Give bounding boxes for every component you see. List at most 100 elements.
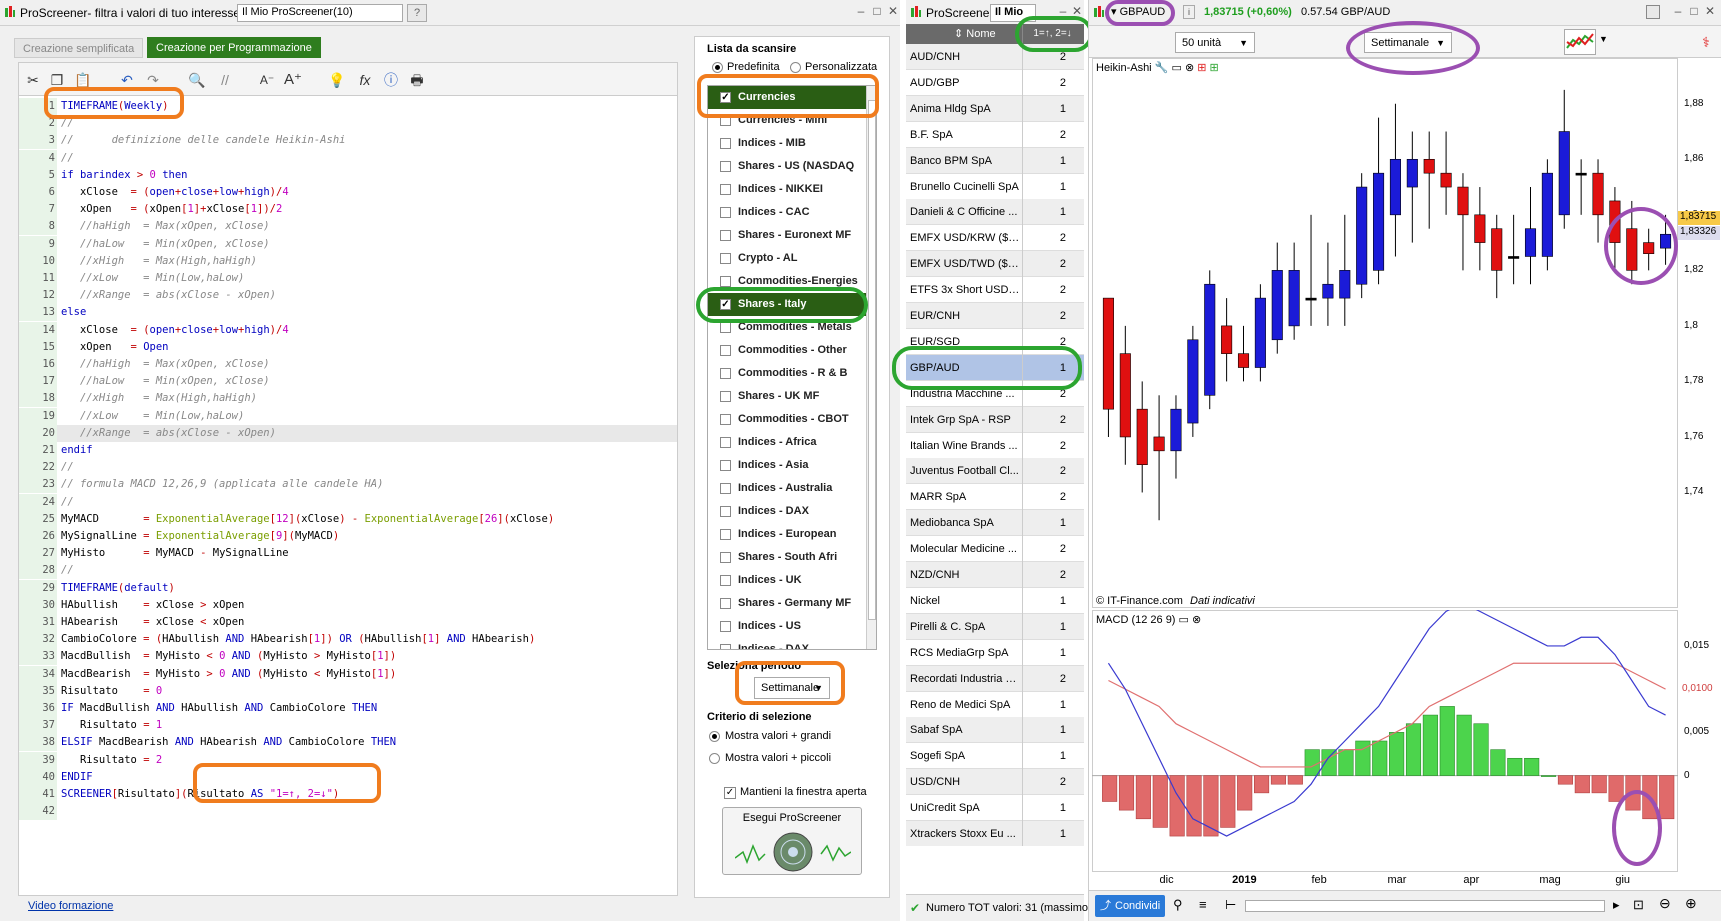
code-line[interactable]: 22 // [19,459,677,477]
result-row[interactable]: RCS MediaGrp SpA 1 [906,639,1084,666]
share-button[interactable]: ⤴ Condividi [1095,895,1165,917]
market-checkbox[interactable] [720,322,731,333]
radio-smaller[interactable] [709,753,720,764]
code-line[interactable]: 36 IF MacdBullish AND HAbullish AND Cambi… [19,700,677,717]
radio-greater[interactable] [709,731,720,742]
zoom-in-icon[interactable]: ⊕ [1685,895,1697,912]
code-line[interactable]: 12 //xRange = abs(xClose - xOpen) [19,287,677,305]
zoom-fit-icon[interactable]: ⊡ [1633,897,1644,913]
market-list-item[interactable]: Crypto - AL [708,247,876,270]
market-list-item[interactable]: Commodities - CBOT [708,408,876,431]
code-line[interactable]: 13 else [19,304,677,322]
chart-scrollbar[interactable] [1245,900,1605,912]
market-list-scrollbar[interactable] [866,86,876,649]
market-checkbox[interactable] [720,621,731,632]
code-line[interactable]: 16 //haHigh = Max(xOpen, xClose) [19,356,677,373]
result-row[interactable]: Italian Wine Brands ... 2 [906,432,1084,459]
chart-type-icon[interactable] [1564,29,1596,55]
price-chart[interactable] [1092,58,1678,608]
market-list-item[interactable]: Shares - UK MF [708,385,876,408]
market-list-item[interactable]: Indices - European [708,523,876,546]
code-line[interactable]: 14 xClose = (open+close+low+high)/4 [19,321,677,339]
list-tool-icon[interactable]: ≡ [1199,897,1207,912]
market-list-item[interactable]: Commodities - R & B [708,362,876,385]
market-checkbox[interactable] [720,184,731,195]
result-row[interactable]: Anima Hldg SpA 1 [906,95,1084,122]
code-line[interactable]: 32 CambioColore = (HAbullish AND HAbearis… [19,631,677,649]
market-list-item[interactable]: Indices - CAC [708,201,876,224]
market-checkbox[interactable] [720,161,731,172]
market-checkbox[interactable] [720,552,731,563]
code-line[interactable]: 38 ELSIF MacdBearish AND HAbearish AND Ca… [19,734,677,752]
code-line[interactable]: 25 MyMACD = ExponentialAverage[12](xClose… [19,510,677,528]
result-row[interactable]: Xtrackers Stoxx Eu ... 1 [906,821,1084,846]
result-row[interactable]: Danieli & C Officine ... 1 [906,199,1084,226]
market-list-item[interactable]: Indices - NIKKEI [708,178,876,201]
code-line[interactable]: 17 //haLow = Min(xOpen, xClose) [19,373,677,391]
market-checkbox[interactable] [720,253,731,264]
code-line[interactable]: 42 [19,803,677,821]
market-checkbox[interactable] [720,598,731,609]
code-line[interactable]: 26 MySignalLine = ExponentialAverage[9](M… [19,528,677,545]
market-checkbox[interactable] [720,276,731,287]
keep-open-checkbox[interactable]: ✓ [724,787,736,799]
close-icon[interactable]: ✕ [886,4,900,18]
radio-predefined[interactable] [712,62,723,73]
market-checkbox[interactable] [720,529,731,540]
market-checkbox[interactable] [720,575,731,586]
cut-icon[interactable]: ✂ [22,70,44,90]
code-line[interactable]: 8 //haHigh = Max(xOpen, xClose) [19,218,677,236]
market-list-item[interactable]: Indices - Africa [708,431,876,454]
code-line[interactable]: 23 // formula MACD 12,26,9 (applicata all… [19,476,677,494]
market-list-item[interactable]: Indices - Australia [708,477,876,500]
idea-icon[interactable]: 💡 [326,70,348,90]
chart-maximize-icon[interactable]: □ [1687,4,1701,18]
result-row[interactable]: UniCredit SpA 1 [906,795,1084,822]
result-row[interactable]: Molecular Medicine ... 2 [906,536,1084,563]
result-row[interactable]: EMFX USD/TWD ($10) 2 [906,251,1084,278]
result-row[interactable]: Sogefi SpA 1 [906,743,1084,770]
market-checkbox[interactable] [720,437,731,448]
market-checkbox[interactable] [720,391,731,402]
results-list[interactable]: AUD/CNH 2 AUD/GBP 2 Anima Hldg SpA 1 B.F. SpA 2… [906,44,1084,846]
result-row[interactable]: Sabaf SpA 1 [906,717,1084,744]
tab-simplified[interactable]: Creazione semplificata [14,38,144,58]
code-line[interactable]: 3 // definizione delle candele Heikin-Ash… [19,132,677,150]
tab-programming[interactable]: Creazione per Programmazione [147,37,321,58]
indicator-add-icon[interactable]: ⚕ [1695,30,1717,54]
result-row[interactable]: NZD/CNH 2 [906,562,1084,588]
market-list-item[interactable]: Indices - MIB [708,132,876,155]
market-list-item[interactable]: Shares - Euronext MF [708,224,876,247]
result-row[interactable]: USD/CNH 2 [906,769,1084,796]
result-row[interactable]: EMFX USD/KRW ($10) 2 [906,225,1084,252]
units-select[interactable]: 50 unità ▼ [1175,32,1255,53]
result-row[interactable]: Banco BPM SpA 1 [906,147,1084,174]
market-list-item[interactable]: Indices - UK [708,569,876,592]
font-increase-icon[interactable]: A⁺ [282,70,304,90]
result-row[interactable]: Recordati Industria C... 2 [906,665,1084,692]
result-row[interactable]: Intek Grp SpA - RSP 2 [906,406,1084,433]
code-line[interactable]: 35 Risultato = 0 [19,682,677,700]
code-line[interactable]: 37 Risultato = 1 [19,717,677,735]
maximize-icon[interactable]: □ [870,4,884,18]
market-checkbox[interactable] [720,460,731,471]
market-checkbox[interactable] [720,368,731,379]
code-line[interactable]: 11 //xLow = Min(Low,haLow) [19,270,677,287]
market-checkbox[interactable] [720,345,731,356]
code-line[interactable]: 9 //haLow = Min(xOpen, xClose) [19,235,677,253]
zoom-out-icon[interactable]: ⊖ [1659,895,1671,912]
market-list-item[interactable]: Indices - DAX [708,638,876,649]
comment-icon[interactable]: // [214,70,236,90]
code-line[interactable]: 15 xOpen = Open [19,338,677,356]
macd-chart[interactable] [1092,610,1678,872]
result-row[interactable]: ETFS 3x Short USD ... 2 [906,277,1084,304]
code-line[interactable]: 19 //xLow = Min(Low,haLow) [19,407,677,425]
market-checkbox[interactable] [720,506,731,517]
screener-name-input[interactable]: Il Mio ProScreener(10) [237,4,403,22]
market-checkbox[interactable] [720,414,731,425]
result-row[interactable]: Brunello Cucinelli SpA 1 [906,173,1084,200]
result-row[interactable]: Juventus Football Cl... 2 [906,458,1084,485]
market-checkbox[interactable] [720,230,731,241]
code-line[interactable]: 30 HAbullish = xClose > xOpen [19,596,677,614]
market-checkbox[interactable] [720,483,731,494]
